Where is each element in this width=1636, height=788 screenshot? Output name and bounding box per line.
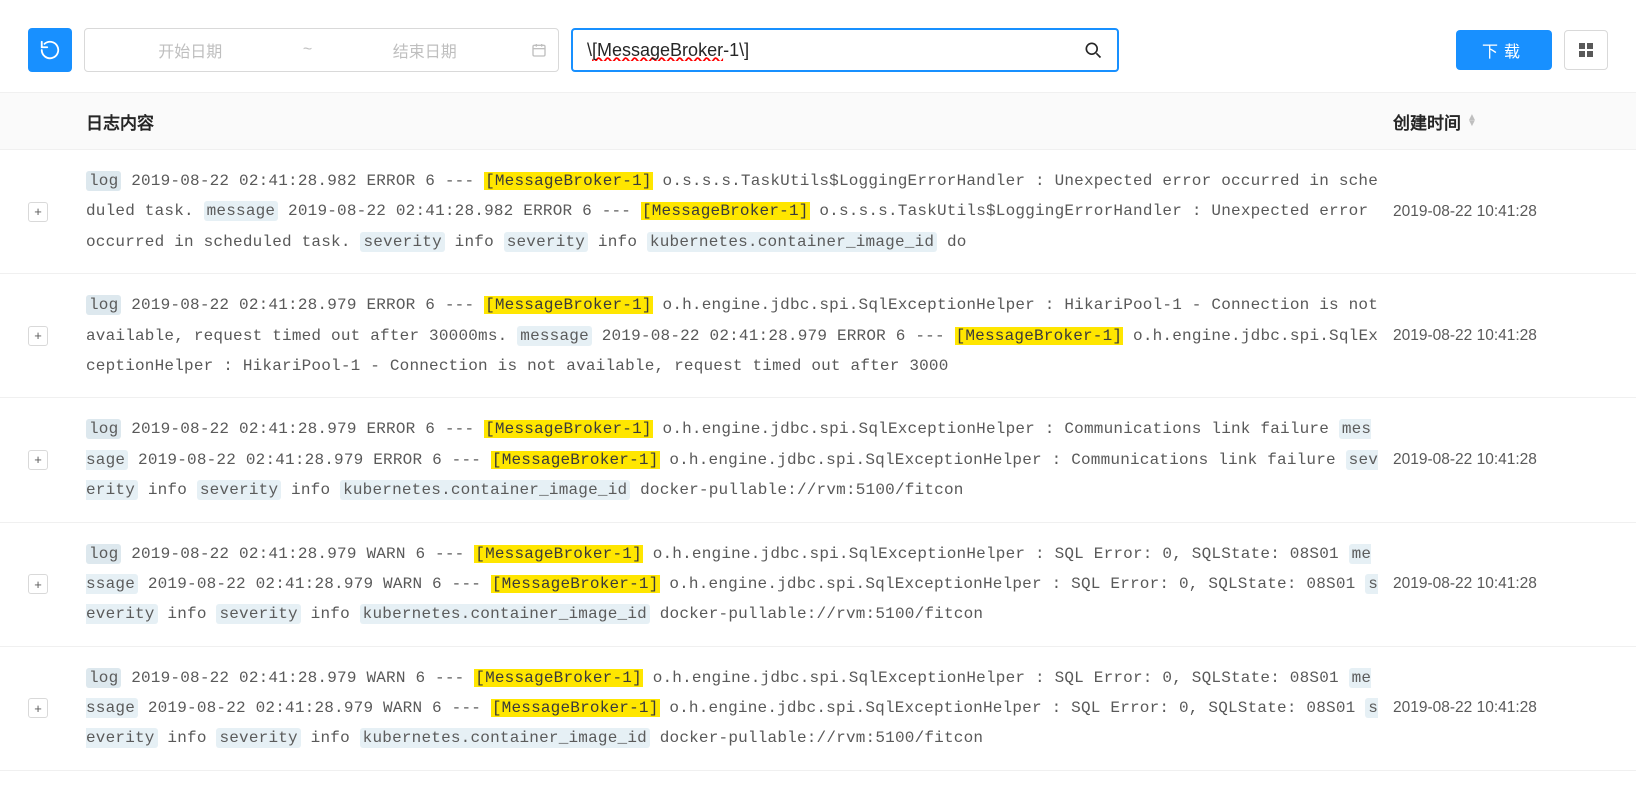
reload-icon xyxy=(39,39,61,61)
refresh-button[interactable] xyxy=(28,28,72,72)
log-content: log 2019-08-22 02:41:28.979 ERROR 6 --- … xyxy=(86,290,1393,381)
search-icon[interactable] xyxy=(1083,40,1103,60)
search-highlight: [MessageBroker-1] xyxy=(491,575,660,593)
expand-row-button[interactable]: + xyxy=(28,326,48,346)
column-settings-button[interactable] xyxy=(1564,30,1608,70)
expand-row-button[interactable]: + xyxy=(28,202,48,222)
search-highlight: [MessageBroker-1] xyxy=(491,699,660,717)
expand-row-button[interactable]: + xyxy=(28,574,48,594)
log-content: log 2019-08-22 02:41:28.979 WARN 6 --- [… xyxy=(86,539,1393,630)
field-key: log xyxy=(86,171,121,191)
search-input[interactable]: \[MessageBroker-1\] xyxy=(571,28,1119,72)
field-key: kubernetes.container_image_id xyxy=(647,232,937,252)
download-button[interactable]: 下载 xyxy=(1456,30,1552,70)
search-highlight: [MessageBroker-1] xyxy=(955,327,1124,345)
date-range-separator: ~ xyxy=(296,41,320,59)
field-key: message xyxy=(517,326,592,346)
created-time: 2019-08-22 10:41:28 xyxy=(1393,203,1608,221)
created-time: 2019-08-22 10:41:28 xyxy=(1393,327,1608,345)
search-value: \[MessageBroker-1\] xyxy=(587,40,1083,61)
field-key: log xyxy=(86,544,121,564)
field-key: severity xyxy=(197,480,281,500)
field-key: log xyxy=(86,419,121,439)
created-time: 2019-08-22 10:41:28 xyxy=(1393,451,1608,469)
table-header: 日志内容 创建时间 ▲▼ xyxy=(0,92,1636,150)
expand-row-button[interactable]: + xyxy=(28,698,48,718)
search-highlight: [MessageBroker-1] xyxy=(491,451,660,469)
log-content: log 2019-08-22 02:41:28.979 WARN 6 --- [… xyxy=(86,663,1393,754)
grid-icon xyxy=(1578,42,1594,58)
field-key: kubernetes.container_image_id xyxy=(360,728,650,748)
date-start-placeholder: 开始日期 xyxy=(85,38,296,62)
table-row: + log 2019-08-22 02:41:28.979 WARN 6 --- … xyxy=(0,523,1636,647)
log-content: log 2019-08-22 02:41:28.982 ERROR 6 --- … xyxy=(86,166,1393,257)
search-highlight: [MessageBroker-1] xyxy=(641,202,810,220)
table-row: + log 2019-08-22 02:41:28.979 ERROR 6 ---… xyxy=(0,398,1636,522)
field-key: severity xyxy=(504,232,588,252)
header-content: 日志内容 xyxy=(86,109,1393,134)
log-content: log 2019-08-22 02:41:28.979 ERROR 6 --- … xyxy=(86,414,1393,505)
field-key: severity xyxy=(216,728,300,748)
search-highlight: [MessageBroker-1] xyxy=(484,172,653,190)
header-time[interactable]: 创建时间 ▲▼ xyxy=(1393,109,1608,134)
expand-row-button[interactable]: + xyxy=(28,450,48,470)
created-time: 2019-08-22 10:41:28 xyxy=(1393,575,1608,593)
date-end-placeholder: 结束日期 xyxy=(320,38,531,62)
calendar-icon xyxy=(530,41,558,59)
date-range-picker[interactable]: 开始日期 ~ 结束日期 xyxy=(84,28,559,72)
field-key: kubernetes.container_image_id xyxy=(340,480,630,500)
sort-icon: ▲▼ xyxy=(1467,115,1477,127)
table-row: + log 2019-08-22 02:41:28.979 WARN 6 --- … xyxy=(0,647,1636,771)
field-key: message xyxy=(204,201,279,221)
search-highlight: [MessageBroker-1] xyxy=(474,669,643,687)
field-key: log xyxy=(86,668,121,688)
search-highlight: [MessageBroker-1] xyxy=(474,545,643,563)
field-key: log xyxy=(86,295,121,315)
search-highlight: [MessageBroker-1] xyxy=(484,296,653,314)
table-row: + log 2019-08-22 02:41:28.979 ERROR 6 ---… xyxy=(0,274,1636,398)
field-key: severity xyxy=(216,604,300,624)
created-time: 2019-08-22 10:41:28 xyxy=(1393,699,1608,717)
field-key: severity xyxy=(360,232,444,252)
table-row: + log 2019-08-22 02:41:28.982 ERROR 6 ---… xyxy=(0,150,1636,274)
field-key: kubernetes.container_image_id xyxy=(360,604,650,624)
toolbar: 开始日期 ~ 结束日期 \[MessageBroker-1\] 下载 xyxy=(0,0,1636,92)
log-table: 日志内容 创建时间 ▲▼ + log 2019-08-22 02:41:28.98… xyxy=(0,92,1636,771)
search-highlight: [MessageBroker-1] xyxy=(484,420,653,438)
